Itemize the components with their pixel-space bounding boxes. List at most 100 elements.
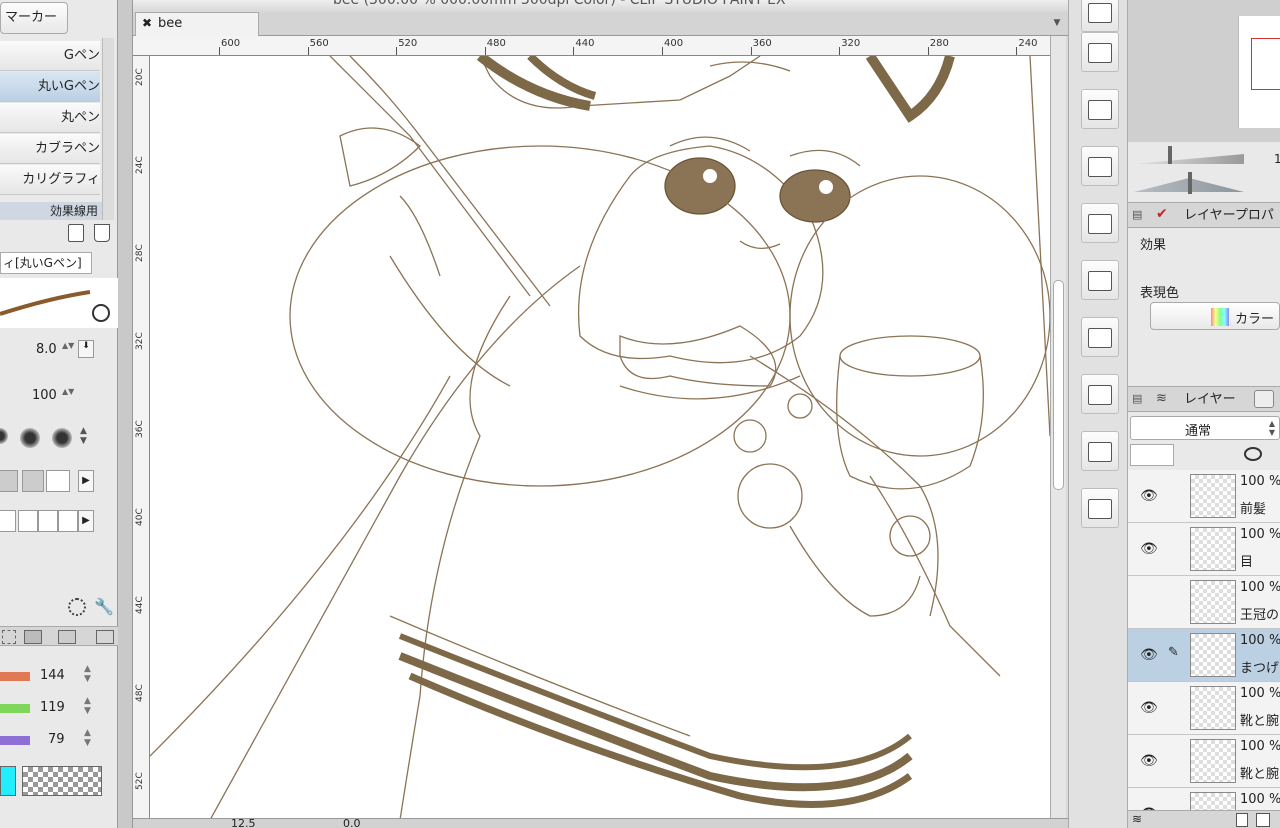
blue-slider[interactable]	[0, 736, 30, 745]
blend-mode-select[interactable]: 通常 ▲ ▼	[1130, 416, 1280, 440]
ruler-tick-label: 280	[929, 38, 949, 49]
gear-icon[interactable]	[68, 598, 86, 616]
close-icon[interactable]: ✖	[142, 16, 152, 30]
layer-row[interactable]: 👁100 %	[1128, 788, 1280, 810]
layer-tab[interactable]: レイヤー	[1184, 388, 1244, 412]
folder-icon[interactable]	[1081, 317, 1119, 357]
navigator-frame[interactable]	[1251, 38, 1280, 90]
zoom-value[interactable]: 12.5	[231, 819, 256, 828]
scroll-thumb[interactable]	[1053, 280, 1064, 490]
opacity-value[interactable]: 100	[32, 388, 62, 403]
slider-knob[interactable]	[1188, 172, 1192, 194]
blue-value[interactable]: 79	[48, 732, 65, 747]
navigator-preview[interactable]	[1128, 0, 1280, 142]
color-tab-icon[interactable]	[24, 630, 42, 644]
color-swatch-dropdown[interactable]	[1130, 444, 1174, 466]
texture-swatch[interactable]	[58, 510, 78, 532]
folder-icon[interactable]	[1081, 374, 1119, 414]
texture-swatch[interactable]	[0, 470, 18, 492]
layer-row[interactable]: 👁 100 % 靴と腕	[1128, 735, 1280, 788]
opacity-spinner[interactable]: ▲▼	[62, 387, 74, 405]
navigator-zoom-slider[interactable]	[1134, 154, 1244, 164]
green-slider[interactable]	[0, 704, 30, 713]
tip-icon[interactable]	[0, 428, 8, 444]
layer-row[interactable]: 👁 100 % 靴と腕	[1128, 682, 1280, 735]
color-tab-icon[interactable]	[96, 630, 114, 644]
folder-icon[interactable]	[1081, 0, 1119, 32]
eye-icon[interactable]: 👁	[1140, 647, 1158, 663]
color-mode-button[interactable]: カラー	[1150, 302, 1280, 330]
layer-row[interactable]: 👁 ✎ 100 % まつげ	[1128, 629, 1280, 682]
green-spinner[interactable]: ▲ ▼	[84, 696, 91, 716]
new-brush-icon[interactable]	[68, 224, 84, 242]
layer-name: 目	[1240, 555, 1254, 570]
red-spinner[interactable]: ▲ ▼	[84, 664, 91, 684]
folder-icon[interactable]	[1081, 260, 1119, 300]
play-icon[interactable]: ▶	[78, 470, 94, 492]
layer-row[interactable]: 100 % 王冠の	[1128, 576, 1280, 629]
play-icon[interactable]: ▶	[78, 510, 94, 532]
ruler-tick	[219, 47, 220, 55]
folder-icon[interactable]	[1081, 89, 1119, 129]
panel-menu-icon[interactable]: ▤	[1132, 208, 1142, 221]
layer-options-row	[1128, 444, 1280, 470]
folder-icon[interactable]	[1081, 431, 1119, 471]
folder-icon[interactable]	[1081, 32, 1119, 72]
brush-size-dropdown[interactable]: ⬇	[78, 340, 94, 358]
brush-size-value[interactable]: 8.0	[36, 342, 64, 357]
tip-icon[interactable]	[20, 428, 40, 448]
ruler-tick	[484, 47, 486, 55]
eye-icon[interactable]: 👁	[1140, 488, 1158, 504]
eye-icon[interactable]: 👁	[1140, 753, 1158, 769]
folder-icon[interactable]	[1081, 146, 1119, 186]
texture-swatch[interactable]	[0, 510, 16, 532]
red-value[interactable]: 144	[40, 668, 65, 683]
layer-row[interactable]: 👁 100 % 目	[1128, 523, 1280, 576]
layer-row[interactable]: 👁 100 % 前髪	[1128, 470, 1280, 523]
document-tab-bar: ✖ bee ▼	[133, 12, 1068, 36]
right-panel: 1 ▤ ✔ レイヤープロパ 効果 表現色 カラー ▤ ≋ レイヤー 通常 ▲ ▼ …	[1128, 0, 1280, 828]
magnifier-icon[interactable]	[92, 304, 110, 322]
drawing-canvas[interactable]	[150, 56, 1050, 820]
tip-spinner[interactable]: ▲ ▼	[80, 426, 87, 446]
rotation-value[interactable]: 0.0	[343, 819, 361, 828]
transparent-color-swatch[interactable]	[22, 766, 102, 796]
main-color-swatch[interactable]	[0, 766, 16, 796]
color-tab-icon[interactable]	[2, 630, 16, 644]
new-folder-icon[interactable]	[1256, 813, 1270, 827]
brush-size-spinner[interactable]: ▲▼	[62, 341, 74, 359]
brush-list-scrollbar[interactable]	[102, 38, 114, 220]
tab-menu-button[interactable]: ▼	[1050, 14, 1064, 32]
tool-group-tab[interactable]: マーカー	[0, 2, 68, 34]
brush-list: Gペン 丸いGペン 丸ペン カブラペン カリグラフィ 効果線用	[0, 38, 118, 223]
document-tab[interactable]: ✖ bee	[135, 12, 259, 36]
texture-swatch[interactable]	[18, 510, 38, 532]
texture-swatch[interactable]	[46, 470, 70, 492]
panel-menu-icon[interactable]: ▤	[1132, 392, 1142, 405]
panel-divider[interactable]	[118, 0, 133, 828]
folder-icon[interactable]	[1081, 203, 1119, 243]
color-tab-icon[interactable]	[58, 630, 76, 644]
folder-icon[interactable]	[1081, 488, 1119, 528]
eye-icon[interactable]: 👁	[1140, 700, 1158, 716]
trash-icon[interactable]	[94, 224, 110, 242]
eye-icon[interactable]: 👁	[1140, 541, 1158, 557]
new-layer-icon[interactable]	[1236, 813, 1248, 827]
mask-icon[interactable]	[1244, 447, 1262, 461]
slider-knob[interactable]	[1168, 146, 1172, 164]
texture-swatch[interactable]	[22, 470, 44, 492]
ruler-tick-label: 520	[398, 38, 418, 49]
layer-property-tab[interactable]: レイヤープロパ	[1184, 204, 1280, 228]
tip-icon[interactable]	[52, 428, 72, 448]
blue-spinner[interactable]: ▲ ▼	[84, 728, 91, 748]
red-slider[interactable]	[0, 672, 30, 681]
folder-icon	[1088, 100, 1112, 120]
animation-tab-icon[interactable]	[1254, 390, 1274, 408]
layers-icon[interactable]: ≋	[1132, 812, 1142, 826]
texture-swatch[interactable]	[38, 510, 58, 532]
canvas-vertical-scrollbar[interactable]	[1050, 36, 1066, 820]
green-value[interactable]: 119	[40, 700, 65, 715]
brush-group-header[interactable]: 効果線用	[0, 202, 114, 220]
wrench-icon[interactable]: 🔧	[94, 597, 114, 616]
tool-property-tab[interactable]: ィ[丸いGペン]	[0, 252, 92, 274]
